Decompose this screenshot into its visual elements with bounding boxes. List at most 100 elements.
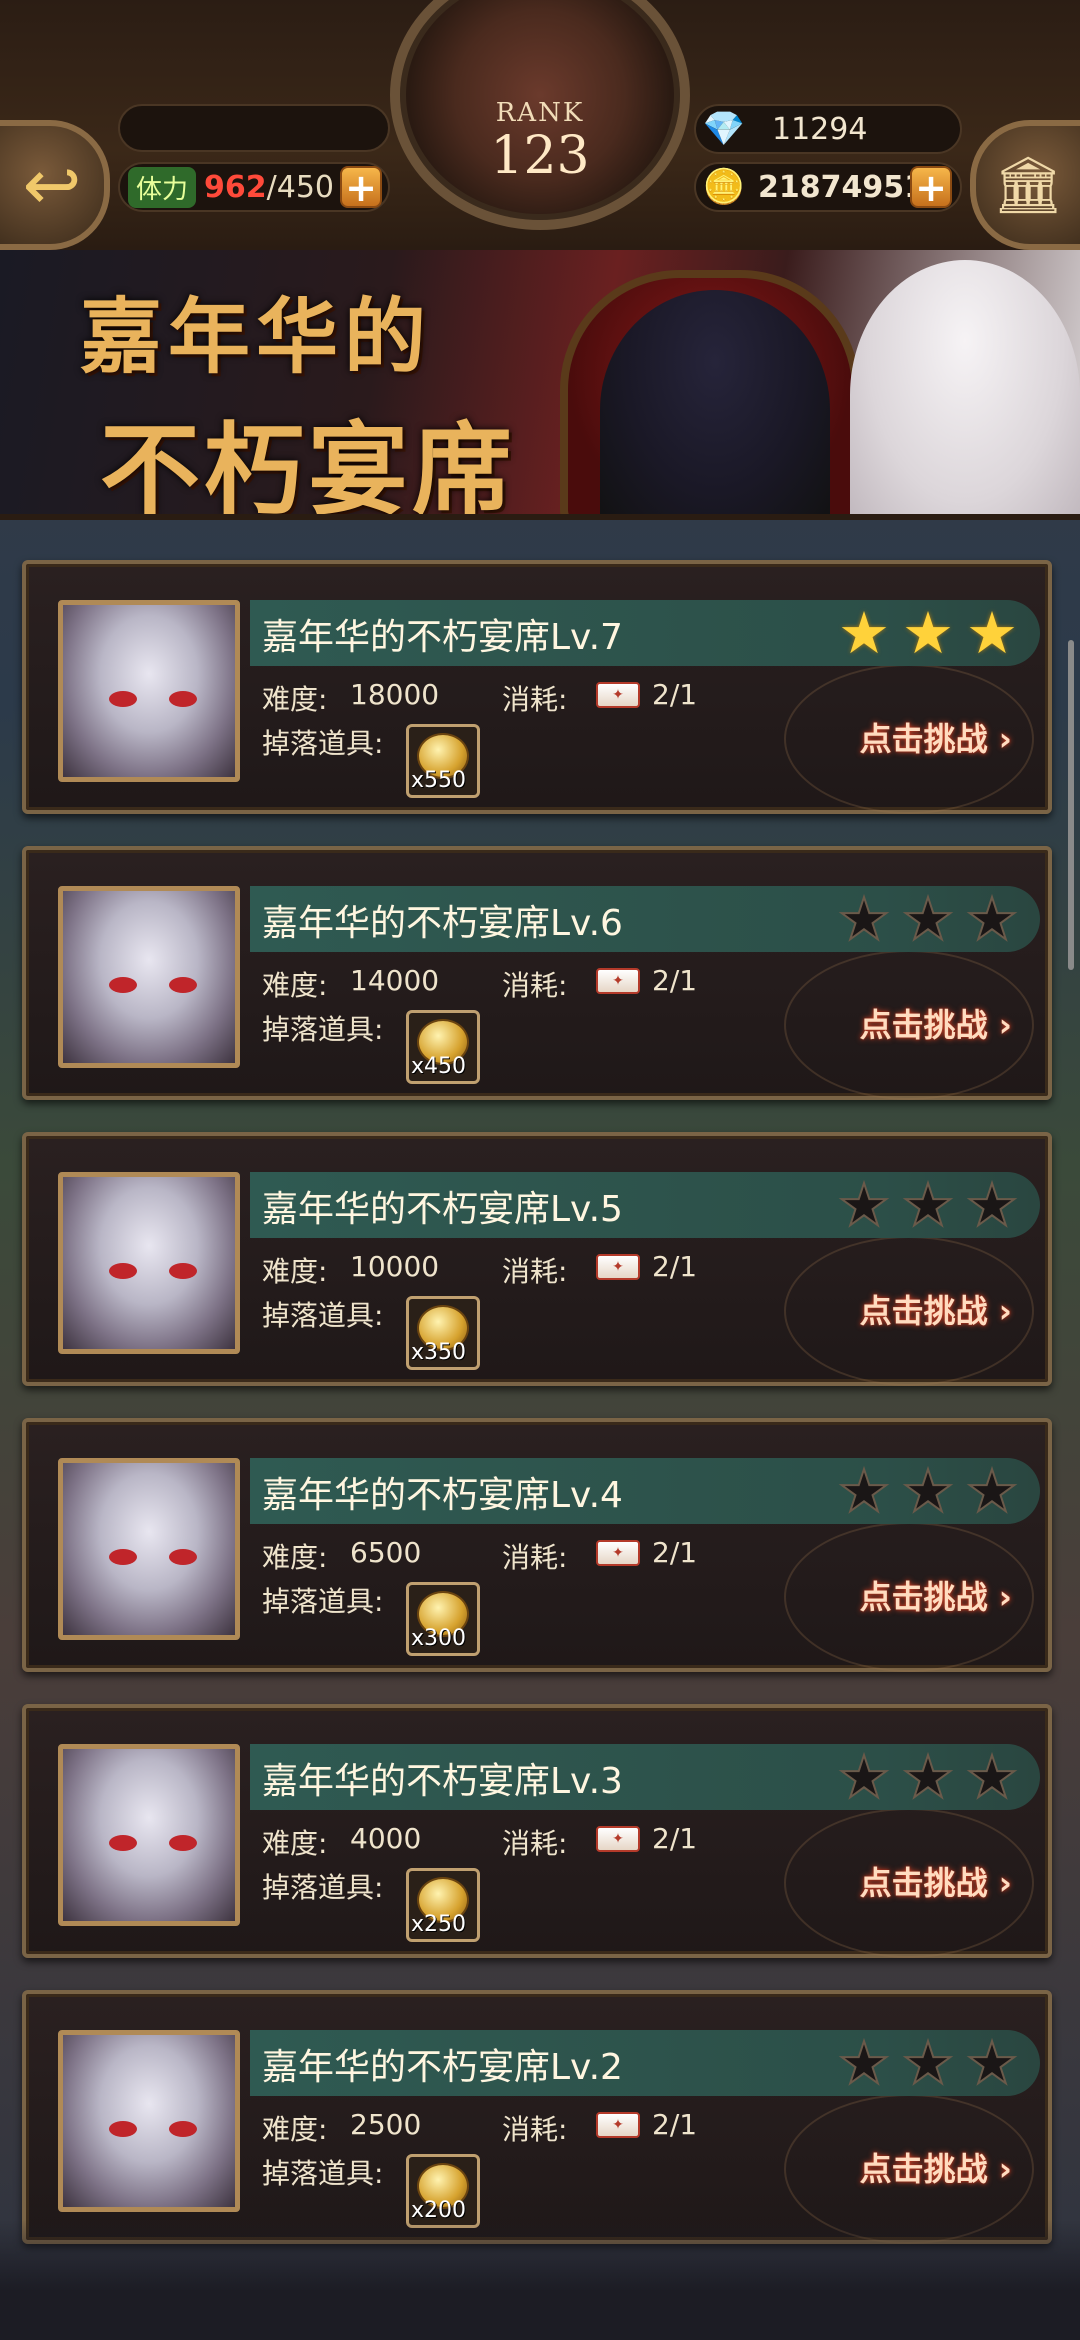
scrollbar[interactable] bbox=[1068, 640, 1074, 970]
stage-title: 嘉年华的不朽宴席Lv.5 bbox=[262, 1189, 623, 1230]
add-gold-button[interactable]: + bbox=[910, 166, 952, 208]
white-haired-character-art bbox=[850, 260, 1080, 514]
player-name-bar bbox=[118, 104, 390, 152]
cost-label: 消耗: bbox=[502, 1827, 568, 1860]
challenge-button[interactable]: 点击挑战 › bbox=[860, 714, 1012, 760]
star-icon: ★ bbox=[837, 885, 891, 953]
challenge-button[interactable]: 点击挑战 › bbox=[860, 1000, 1012, 1046]
drop-item-slot[interactable]: x350 bbox=[406, 1296, 480, 1370]
star-rating: ★ ★ ★ bbox=[837, 1457, 1019, 1525]
star-icon: ★ bbox=[901, 1457, 955, 1525]
star-icon: ★ bbox=[837, 1171, 891, 1239]
cost-value: 2/1 bbox=[652, 1822, 698, 1855]
dark-haired-character-art bbox=[600, 290, 830, 514]
back-arrow-icon: ↩ bbox=[22, 144, 82, 226]
star-icon: ★ bbox=[965, 885, 1019, 953]
stage-card[interactable]: 嘉年华的不朽宴席Lv.5 ★ ★ ★ 难度: 10000 消耗: ✦ 2/1 掉落道… bbox=[22, 1132, 1052, 1386]
boss-portrait bbox=[58, 2030, 240, 2212]
drop-item-slot[interactable]: x550 bbox=[406, 724, 480, 798]
drop-item-slot[interactable]: x250 bbox=[406, 1868, 480, 1942]
star-icon: ★ bbox=[901, 885, 955, 953]
star-icon: ★ bbox=[901, 1171, 955, 1239]
drop-count: x350 bbox=[411, 1340, 467, 1365]
stage-title: 嘉年华的不朽宴席Lv.7 bbox=[262, 617, 623, 658]
cost-value: 2/1 bbox=[652, 964, 698, 997]
star-icon: ★ bbox=[838, 599, 890, 667]
difficulty-value: 2500 bbox=[350, 2108, 422, 2141]
stamina-separator: / bbox=[266, 169, 277, 205]
cost-label: 消耗: bbox=[502, 683, 568, 716]
event-title-line1: 嘉年华的 bbox=[80, 289, 433, 385]
drop-count: x550 bbox=[411, 768, 467, 793]
gem-bar: 💎 11294 bbox=[694, 104, 962, 154]
home-button[interactable]: 🏛 bbox=[970, 120, 1080, 250]
cost-value: 2/1 bbox=[652, 2108, 698, 2141]
portrait-eye bbox=[109, 1835, 137, 1851]
star-rating: ★ ★ ★ bbox=[837, 2033, 1019, 2093]
portrait-eye bbox=[109, 2121, 137, 2137]
add-stamina-button[interactable]: + bbox=[340, 166, 382, 208]
bottom-fade bbox=[0, 2220, 1080, 2340]
portrait-eye bbox=[169, 977, 197, 993]
portrait-eye bbox=[109, 1263, 137, 1279]
difficulty-label: 难度: bbox=[262, 1541, 328, 1574]
challenge-button[interactable]: 点击挑战 › bbox=[860, 2144, 1012, 2190]
top-bar: RANK 123 ↩ 🏛 体力 962 / 450 + 💎 11294 🪙 21… bbox=[0, 0, 1080, 250]
portrait-eye bbox=[169, 2121, 197, 2137]
gem-value: 11294 bbox=[772, 111, 868, 147]
challenge-button[interactable]: 点击挑战 › bbox=[860, 1858, 1012, 1904]
boss-portrait bbox=[58, 1744, 240, 1926]
event-banner: 嘉年华的 不朽宴席 bbox=[0, 250, 1080, 520]
drops-label: 掉落道具: bbox=[262, 1013, 384, 1046]
cost-value: 2/1 bbox=[652, 1250, 698, 1283]
ticket-icon: ✦ bbox=[596, 1826, 640, 1852]
back-button[interactable]: ↩ bbox=[0, 120, 110, 250]
star-rating: ★ ★ ★ bbox=[837, 885, 1019, 953]
gold-value: 21874951 bbox=[758, 169, 925, 205]
portrait-eye bbox=[169, 1549, 197, 1565]
star-icon: ★ bbox=[901, 1743, 955, 1811]
drop-item-slot[interactable]: x450 bbox=[406, 1010, 480, 1084]
ticket-icon: ✦ bbox=[596, 968, 640, 994]
drop-item-slot[interactable]: x200 bbox=[406, 2154, 480, 2228]
ticket-icon: ✦ bbox=[596, 1540, 640, 1566]
rank-plate: RANK 123 bbox=[450, 98, 630, 198]
difficulty-label: 难度: bbox=[262, 1255, 328, 1288]
difficulty-value: 6500 bbox=[350, 1536, 422, 1569]
star-icon: ★ bbox=[837, 1457, 891, 1525]
drops-label: 掉落道具: bbox=[262, 1871, 384, 1904]
drops-label: 掉落道具: bbox=[262, 2157, 384, 2190]
stage-title: 嘉年华的不朽宴席Lv.6 bbox=[262, 903, 623, 944]
cost-label: 消耗: bbox=[502, 1255, 568, 1288]
difficulty-label: 难度: bbox=[262, 1827, 328, 1860]
star-icon: ★ bbox=[902, 599, 954, 667]
challenge-button[interactable]: 点击挑战 › bbox=[860, 1286, 1012, 1332]
star-rating: ★ ★ ★ bbox=[837, 1171, 1019, 1239]
challenge-button[interactable]: 点击挑战 › bbox=[860, 1572, 1012, 1618]
star-icon: ★ bbox=[965, 1171, 1019, 1239]
cost-label: 消耗: bbox=[502, 969, 568, 1002]
boss-portrait bbox=[58, 1172, 240, 1354]
boss-portrait bbox=[58, 1458, 240, 1640]
stage-title: 嘉年华的不朽宴席Lv.4 bbox=[262, 1475, 623, 1516]
stage-card[interactable]: 嘉年华的不朽宴席Lv.3 ★ ★ ★ 难度: 4000 消耗: ✦ 2/1 掉落道具… bbox=[22, 1704, 1052, 1958]
stage-title: 嘉年华的不朽宴席Lv.3 bbox=[262, 1761, 623, 1802]
drops-label: 掉落道具: bbox=[262, 1585, 384, 1618]
event-title: 嘉年华的 不朽宴席 bbox=[80, 270, 516, 520]
rank-label: RANK bbox=[495, 98, 585, 128]
stage-card[interactable]: 嘉年华的不朽宴席Lv.7 ★ ★ ★ 难度: 18000 消耗: ✦ 2/1 掉落道… bbox=[22, 560, 1052, 814]
portrait-eye bbox=[169, 1263, 197, 1279]
difficulty-value: 18000 bbox=[350, 678, 440, 711]
rank-value: 123 bbox=[490, 126, 590, 186]
drop-count: x300 bbox=[411, 1626, 467, 1651]
stage-card[interactable]: 嘉年华的不朽宴席Lv.6 ★ ★ ★ 难度: 14000 消耗: ✦ 2/1 掉落道… bbox=[22, 846, 1052, 1100]
portrait-eye bbox=[109, 977, 137, 993]
cost-value: 2/1 bbox=[652, 1536, 698, 1569]
stage-card[interactable]: 嘉年华的不朽宴席Lv.4 ★ ★ ★ 难度: 6500 消耗: ✦ 2/1 掉落道具… bbox=[22, 1418, 1052, 1672]
stage-card[interactable]: 嘉年华的不朽宴席Lv.2 ★ ★ ★ 难度: 2500 消耗: ✦ 2/1 掉落道具… bbox=[22, 1990, 1052, 2244]
drop-item-slot[interactable]: x300 bbox=[406, 1582, 480, 1656]
event-title-line2: 不朽宴席 bbox=[100, 411, 516, 520]
star-icon: ★ bbox=[837, 1743, 891, 1811]
ticket-icon: ✦ bbox=[596, 682, 640, 708]
star-rating: ★ ★ ★ bbox=[837, 1743, 1019, 1811]
